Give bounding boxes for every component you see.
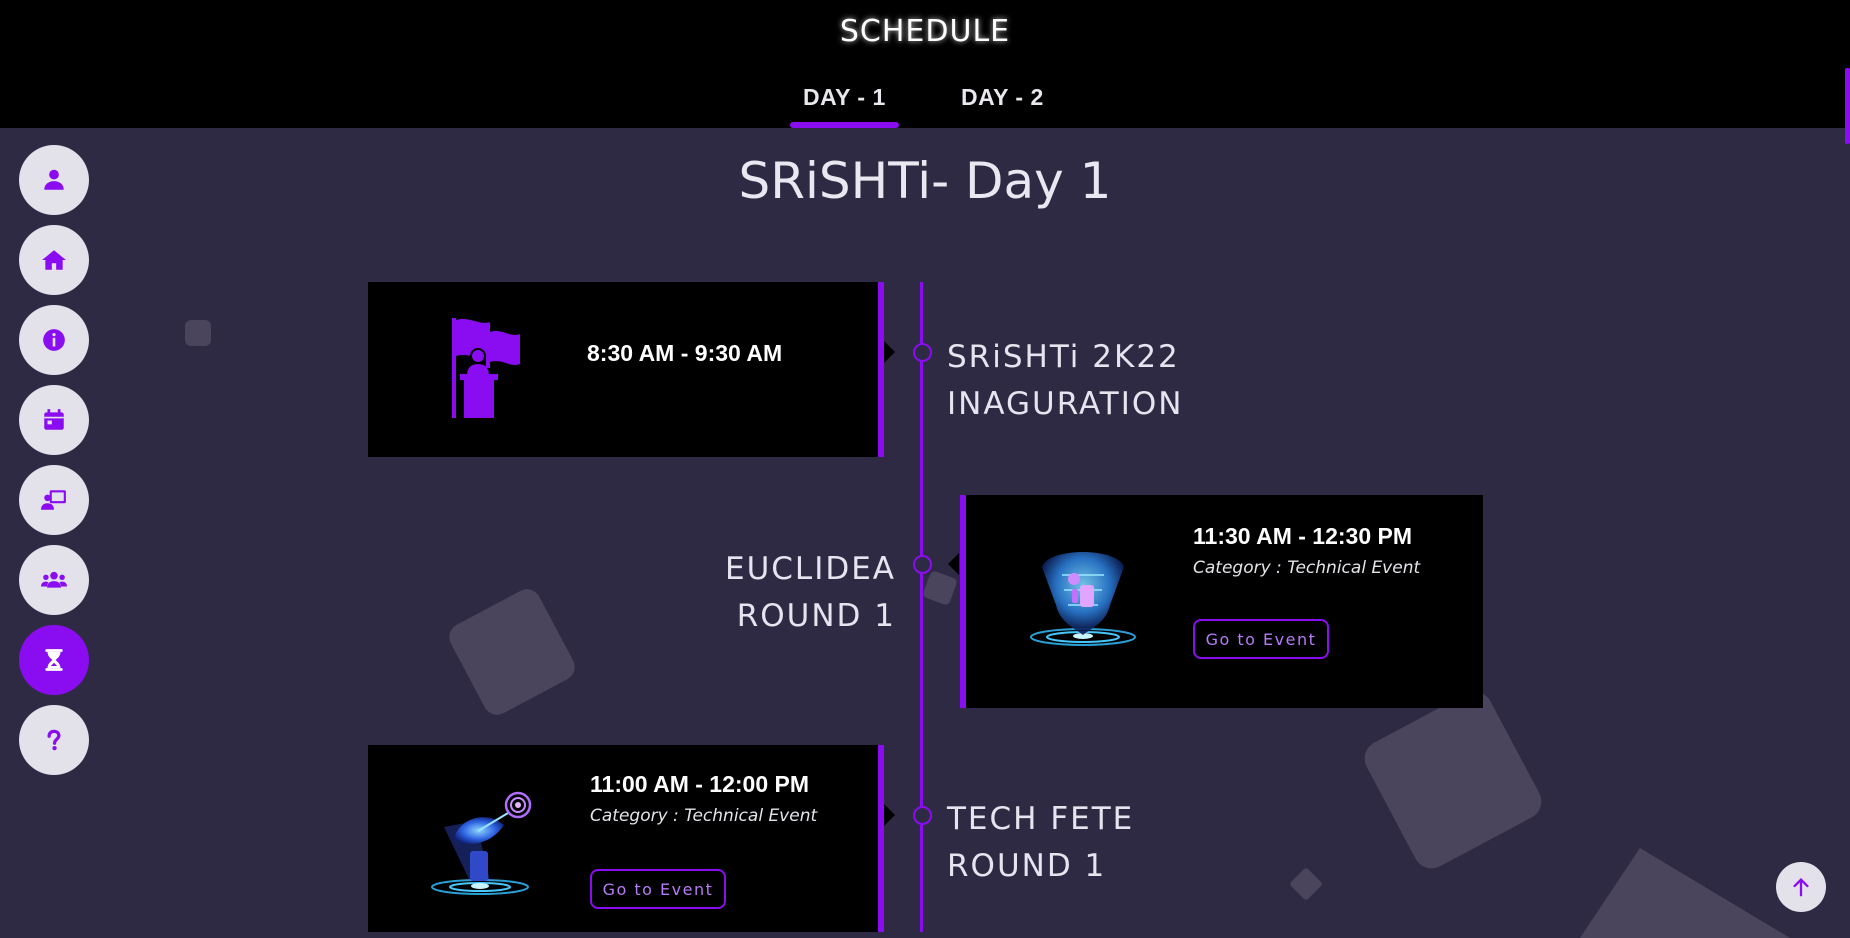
event-name-line: EUCLIDEA xyxy=(725,551,896,587)
presentation-icon xyxy=(41,490,66,510)
tab-day-1[interactable]: DAY - 1 xyxy=(790,84,899,128)
card-pointer xyxy=(884,804,895,826)
header: SCHEDULE DAY - 1 DAY - 2 xyxy=(0,0,1850,128)
event-card: 11:00 AM - 12:00 PM Category : Technical… xyxy=(368,745,884,932)
event-name-line: INAGURATION xyxy=(947,386,1184,422)
sidebar-item-events[interactable] xyxy=(19,385,89,455)
go-to-event-button[interactable]: Go to Event xyxy=(1193,619,1329,659)
hologram-satellite-icon xyxy=(431,791,532,895)
timeline-node xyxy=(913,806,932,825)
card-pointer xyxy=(884,341,895,363)
scrollbar[interactable] xyxy=(1844,0,1850,932)
hologram-robot-icon xyxy=(1030,552,1136,646)
event-name: SRiSHTi 2K22 INAGURATION xyxy=(947,334,1183,428)
flag-podium-icon xyxy=(452,318,520,418)
timeline-node xyxy=(913,555,932,574)
go-to-event-button[interactable]: Go to Event xyxy=(590,869,726,909)
event-category: Category : Technical Event xyxy=(1193,558,1421,578)
question-icon xyxy=(47,729,61,751)
decor-square xyxy=(444,584,580,720)
sidebar-item-faq[interactable] xyxy=(19,705,89,775)
calendar-icon xyxy=(44,409,64,430)
event-time: 11:30 AM - 12:30 PM xyxy=(1193,523,1413,549)
timeline-node xyxy=(913,343,932,362)
hourglass-icon xyxy=(45,649,63,671)
decor-square xyxy=(922,570,958,606)
event-card: 11:30 AM - 12:30 PM Category : Technical… xyxy=(960,495,1483,708)
event-name-line: TECH FETE xyxy=(947,801,1135,837)
event-name: EUCLIDEA ROUND 1 xyxy=(620,546,896,640)
sidebar-item-schedule[interactable] xyxy=(19,625,89,695)
timeline-line xyxy=(920,282,923,932)
home-icon xyxy=(42,250,66,270)
decor-triangle xyxy=(1580,848,1790,938)
event-name: TECH FETE ROUND 1 xyxy=(947,796,1134,890)
info-icon xyxy=(43,329,65,351)
arrow-up-icon xyxy=(1793,878,1809,897)
scroll-to-top-button[interactable] xyxy=(1776,862,1826,912)
card-pointer xyxy=(948,553,959,575)
decor-square xyxy=(185,320,211,346)
scrollbar-thumb[interactable] xyxy=(1845,68,1850,144)
day-heading: SRiSHTi- Day 1 xyxy=(738,152,1112,210)
sidebar-item-home[interactable] xyxy=(19,225,89,295)
event-name-line: ROUND 1 xyxy=(736,598,896,634)
event-name-line: SRiSHTi 2K22 xyxy=(947,339,1180,375)
decor-square xyxy=(1289,867,1323,901)
sidebar-item-about[interactable] xyxy=(19,305,89,375)
event-time: 8:30 AM - 9:30 AM xyxy=(587,340,783,366)
decor-square xyxy=(1358,685,1548,875)
event-time: 11:00 AM - 12:00 PM xyxy=(590,771,810,797)
event-category: Category : Technical Event xyxy=(590,806,818,826)
sidebar-item-team[interactable] xyxy=(19,545,89,615)
event-name-line: ROUND 1 xyxy=(947,848,1107,884)
page-title: SCHEDULE xyxy=(839,14,1011,49)
tab-day-2[interactable]: DAY - 2 xyxy=(961,84,1044,111)
sidebar-item-workshops[interactable] xyxy=(19,465,89,535)
event-card: 8:30 AM - 9:30 AM xyxy=(368,282,884,457)
users-icon xyxy=(41,571,67,588)
